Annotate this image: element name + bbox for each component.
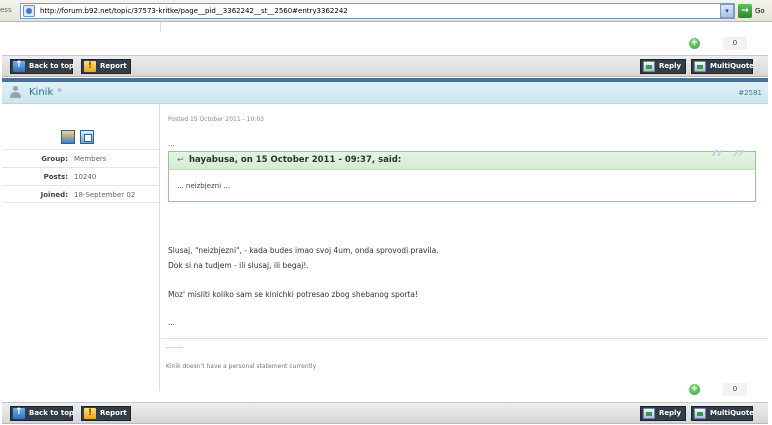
post-button-bar-bottom: Back to top Report Reply MultiQuote: [2, 402, 768, 424]
post-number-link[interactable]: #2581: [738, 89, 762, 97]
report-button[interactable]: Report: [81, 406, 131, 421]
reply-icon: [643, 61, 655, 72]
multiquote-icon: [694, 61, 706, 72]
author-name-link[interactable]: Kinik: [29, 87, 53, 98]
author-icons: [57, 130, 107, 146]
report-label: Report: [100, 409, 127, 417]
reputation-count: 0: [723, 37, 747, 50]
post-header: Kinik ⊗ #2581: [2, 82, 768, 104]
reply-button[interactable]: Reply: [640, 59, 686, 74]
plus-circle-icon[interactable]: +: [689, 38, 700, 49]
joined-label: Joined:: [40, 191, 68, 199]
page-icon: [23, 5, 35, 17]
multiquote-button[interactable]: MultiQuote: [691, 406, 754, 421]
group-label: Group:: [41, 155, 68, 163]
quote-block: ↩ hayabusa, on 15 October 2011 - 09:37, …: [168, 146, 756, 202]
multiquote-label: MultiQuote: [710, 409, 754, 417]
user-icon: [10, 86, 21, 98]
report-button[interactable]: Report: [81, 59, 131, 74]
back-to-top-label: Back to top: [29, 62, 75, 70]
reputation-bottom: + 0: [683, 378, 755, 400]
post-date: Posted 15 October 2011 - 10:03: [168, 116, 264, 123]
reputation-top: + 0: [683, 32, 755, 54]
joined-value: 18-September 02: [74, 191, 136, 199]
post-body-line: Moz' misliti koliko sam se kinichki potr…: [168, 290, 418, 299]
multiquote-icon: [694, 408, 706, 419]
quote-citation: hayabusa, on 15 October 2011 - 09:37, sa…: [189, 155, 402, 165]
warning-icon: [84, 60, 96, 73]
chevron-down-icon: ▾: [725, 7, 729, 15]
author-group-row: Group: Members: [2, 149, 160, 167]
posts-value: 10240: [74, 173, 97, 181]
post-body-line: Dok si na tudjem - ili slusaj, ili begaj…: [168, 261, 309, 270]
report-label: Report: [100, 62, 127, 70]
signature-dashes: --------: [166, 344, 184, 351]
back-to-top-label: Back to top: [29, 409, 75, 417]
quote-arrow-icon[interactable]: ↩: [177, 155, 184, 164]
reply-button[interactable]: Reply: [640, 406, 686, 421]
quote-marks-icon: “ ”: [710, 146, 745, 176]
plus-circle-icon[interactable]: +: [689, 384, 700, 395]
reputation-count: 0: [723, 383, 747, 396]
multiquote-button[interactable]: MultiQuote: [691, 59, 754, 74]
posts-label: Posts:: [43, 173, 68, 181]
back-to-top-button[interactable]: Back to top: [10, 406, 75, 421]
author-posts-row: Posts: 10240: [2, 167, 160, 185]
reply-label: Reply: [659, 409, 682, 417]
go-arrow-icon: →: [738, 4, 752, 18]
signature-text: Kinik doesn't have a personal statement …: [166, 363, 317, 370]
browser-address-bar: ess http://forum.b92.net/topic/37573-kri…: [0, 0, 772, 22]
arrow-up-icon: [13, 59, 25, 72]
group-value: Members: [74, 155, 107, 163]
address-dropdown-button[interactable]: ▾: [720, 4, 734, 18]
offline-status-icon: ⊗: [57, 87, 63, 94]
message-icon[interactable]: [80, 130, 94, 144]
profile-icon[interactable]: [61, 130, 75, 144]
post-body-line: Slusaj, "neizbjezni", - kada budes imao …: [168, 246, 439, 255]
reply-icon: [643, 408, 655, 419]
back-to-top-button[interactable]: Back to top: [10, 59, 75, 74]
author-joined-row: Joined: 18-September 02: [2, 185, 160, 203]
post-ellipsis-top: ...: [168, 140, 175, 148]
post-body-line: ...: [168, 318, 176, 327]
arrow-up-icon: [13, 406, 25, 419]
multiquote-label: MultiQuote: [710, 62, 754, 70]
quote-header: ↩ hayabusa, on 15 October 2011 - 09:37, …: [169, 146, 755, 176]
signature-divider: [161, 338, 768, 339]
author-info-column: Group: Members Posts: 10240 Joined: 18-S…: [2, 104, 160, 391]
go-label: Go: [755, 7, 765, 15]
reply-label: Reply: [659, 62, 682, 70]
left-column-divider: [160, 22, 161, 32]
post-button-bar-top: Back to top Report Reply MultiQuote: [2, 55, 768, 77]
warning-icon: [84, 407, 96, 420]
url-text[interactable]: http://forum.b92.net/topic/37573-kritke/…: [40, 7, 348, 15]
url-input[interactable]: http://forum.b92.net/topic/37573-kritke/…: [20, 3, 735, 19]
address-label: ess: [0, 6, 12, 14]
quote-text: ... neizbjezni ...: [177, 182, 230, 190]
